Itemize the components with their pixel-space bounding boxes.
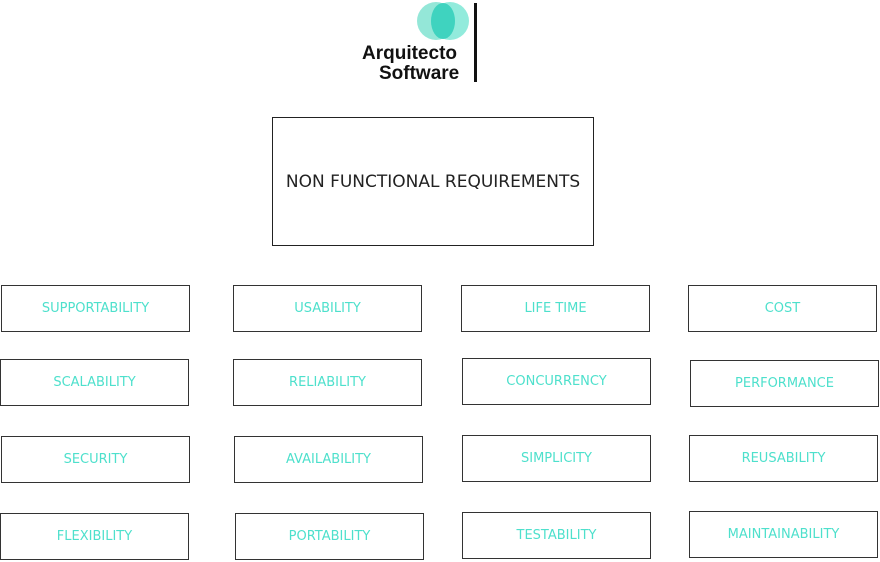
requirement-label: RELIABILITY [289,375,366,390]
title-box: NON FUNCTIONAL REQUIREMENTS [272,117,594,246]
requirement-label: MAINTAINABILITY [727,527,840,542]
logo-overlap-icon [431,3,455,39]
requirement-box: SUPPORTABILITY [1,285,190,332]
requirement-box: USABILITY [233,285,422,332]
logo-divider [474,3,477,82]
requirement-box: REUSABILITY [689,435,878,482]
logo-text-line1: Arquitecto [362,43,457,64]
requirement-label: FLEXIBILITY [56,529,133,544]
requirement-box: COST [688,285,877,332]
requirement-label: USABILITY [294,301,361,316]
requirement-box: TESTABILITY [462,512,651,559]
requirement-label: SUPPORTABILITY [41,301,150,316]
logo-text-line2: Software [379,63,460,84]
requirement-box: AVAILABILITY [234,436,423,483]
requirement-box: SCALABILITY [0,359,189,406]
requirement-label: COST [764,301,801,316]
requirement-label: SIMPLICITY [520,451,592,466]
requirement-label: TESTABILITY [516,528,597,543]
requirement-label: REUSABILITY [741,451,826,466]
requirement-box: SECURITY [1,436,190,483]
requirement-box: RELIABILITY [233,359,422,406]
title-text: NON FUNCTIONAL REQUIREMENTS [285,171,581,192]
requirement-label: PORTABILITY [288,529,371,544]
requirement-label: PERFORMANCE [735,376,834,391]
requirement-box: CONCURRENCY [462,358,651,405]
requirement-box: FLEXIBILITY [0,513,189,560]
requirement-box: PERFORMANCE [690,360,879,407]
requirement-label: LIFE TIME [524,301,587,316]
requirement-box: LIFE TIME [461,285,650,332]
requirement-box: SIMPLICITY [462,435,651,482]
logo: Arquitecto Software [360,0,480,86]
requirement-box: PORTABILITY [235,513,424,560]
requirement-label: SECURITY [63,452,128,467]
requirement-box: MAINTAINABILITY [689,511,878,558]
requirement-label: CONCURRENCY [506,374,607,389]
requirement-label: SCALABILITY [53,375,136,390]
requirement-label: AVAILABILITY [286,452,371,467]
